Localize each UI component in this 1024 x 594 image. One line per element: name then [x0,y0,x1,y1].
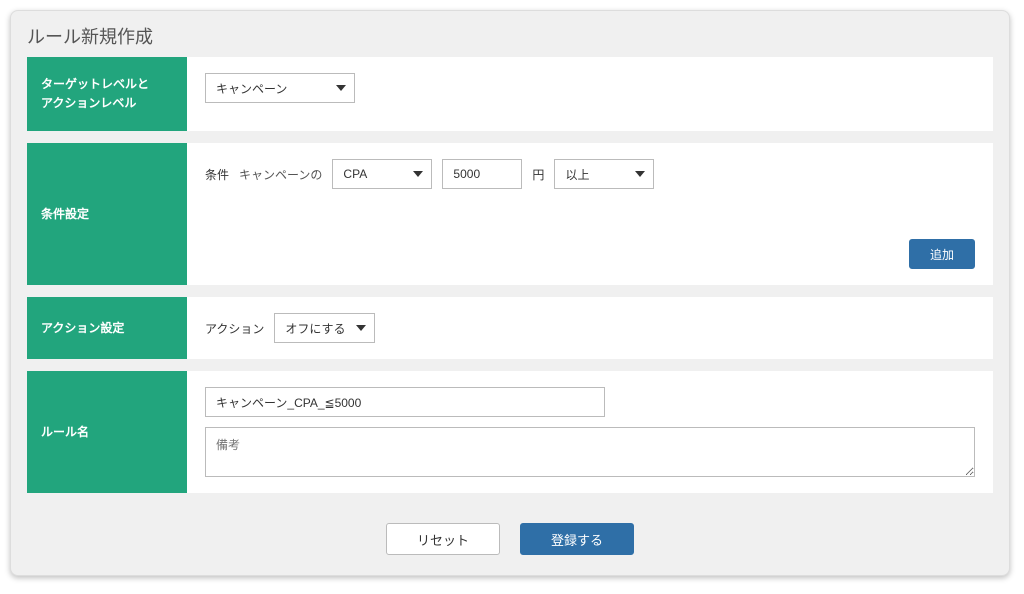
add-condition-button[interactable]: 追加 [909,239,975,269]
target-level-body: キャンペーン [187,57,993,131]
target-level-select[interactable]: キャンペーン [205,73,355,103]
section-conditions: 条件設定 条件 キャンペーンの CPA 円 以上 追加 [27,143,993,285]
reset-button[interactable]: リセット [386,523,500,555]
target-level-select-value: キャンペーン [216,80,287,97]
target-level-label: ターゲットレベルと アクションレベル [27,57,187,131]
submit-button[interactable]: 登録する [520,523,634,555]
rule-create-panel: ルール新規作成 ターゲットレベルと アクションレベル キャンペーン 条件設定 条… [10,10,1010,576]
rule-note-textarea[interactable] [205,427,975,477]
caret-down-icon [635,171,645,177]
action-row-label: アクション [205,320,264,337]
action-body: アクション オフにする [187,297,993,359]
conditions-body: 条件 キャンペーンの CPA 円 以上 追加 [187,143,993,285]
footer-buttons: リセット 登録する [11,523,1009,555]
condition-subject: キャンペーンの [239,166,322,183]
caret-down-icon [356,325,366,331]
rule-name-body [187,371,993,493]
action-select[interactable]: オフにする [274,313,374,343]
condition-metric-value: CPA [343,167,367,181]
condition-comparator-value: 以上 [565,166,589,183]
condition-row-label: 条件 [205,166,229,183]
panel-title: ルール新規作成 [11,11,1009,57]
rule-name-label: ルール名 [27,371,187,493]
section-action: アクション設定 アクション オフにする [27,297,993,359]
condition-amount-input[interactable] [442,159,522,189]
caret-down-icon [413,171,423,177]
rule-name-input[interactable] [205,387,605,417]
condition-comparator-select[interactable]: 以上 [554,159,654,189]
caret-down-icon [336,85,346,91]
conditions-label: 条件設定 [27,143,187,285]
action-label: アクション設定 [27,297,187,359]
condition-unit: 円 [532,166,544,183]
section-rule-name: ルール名 [27,371,993,493]
section-target-level: ターゲットレベルと アクションレベル キャンペーン [27,57,993,131]
action-select-value: オフにする [285,320,345,337]
condition-metric-select[interactable]: CPA [332,159,432,189]
